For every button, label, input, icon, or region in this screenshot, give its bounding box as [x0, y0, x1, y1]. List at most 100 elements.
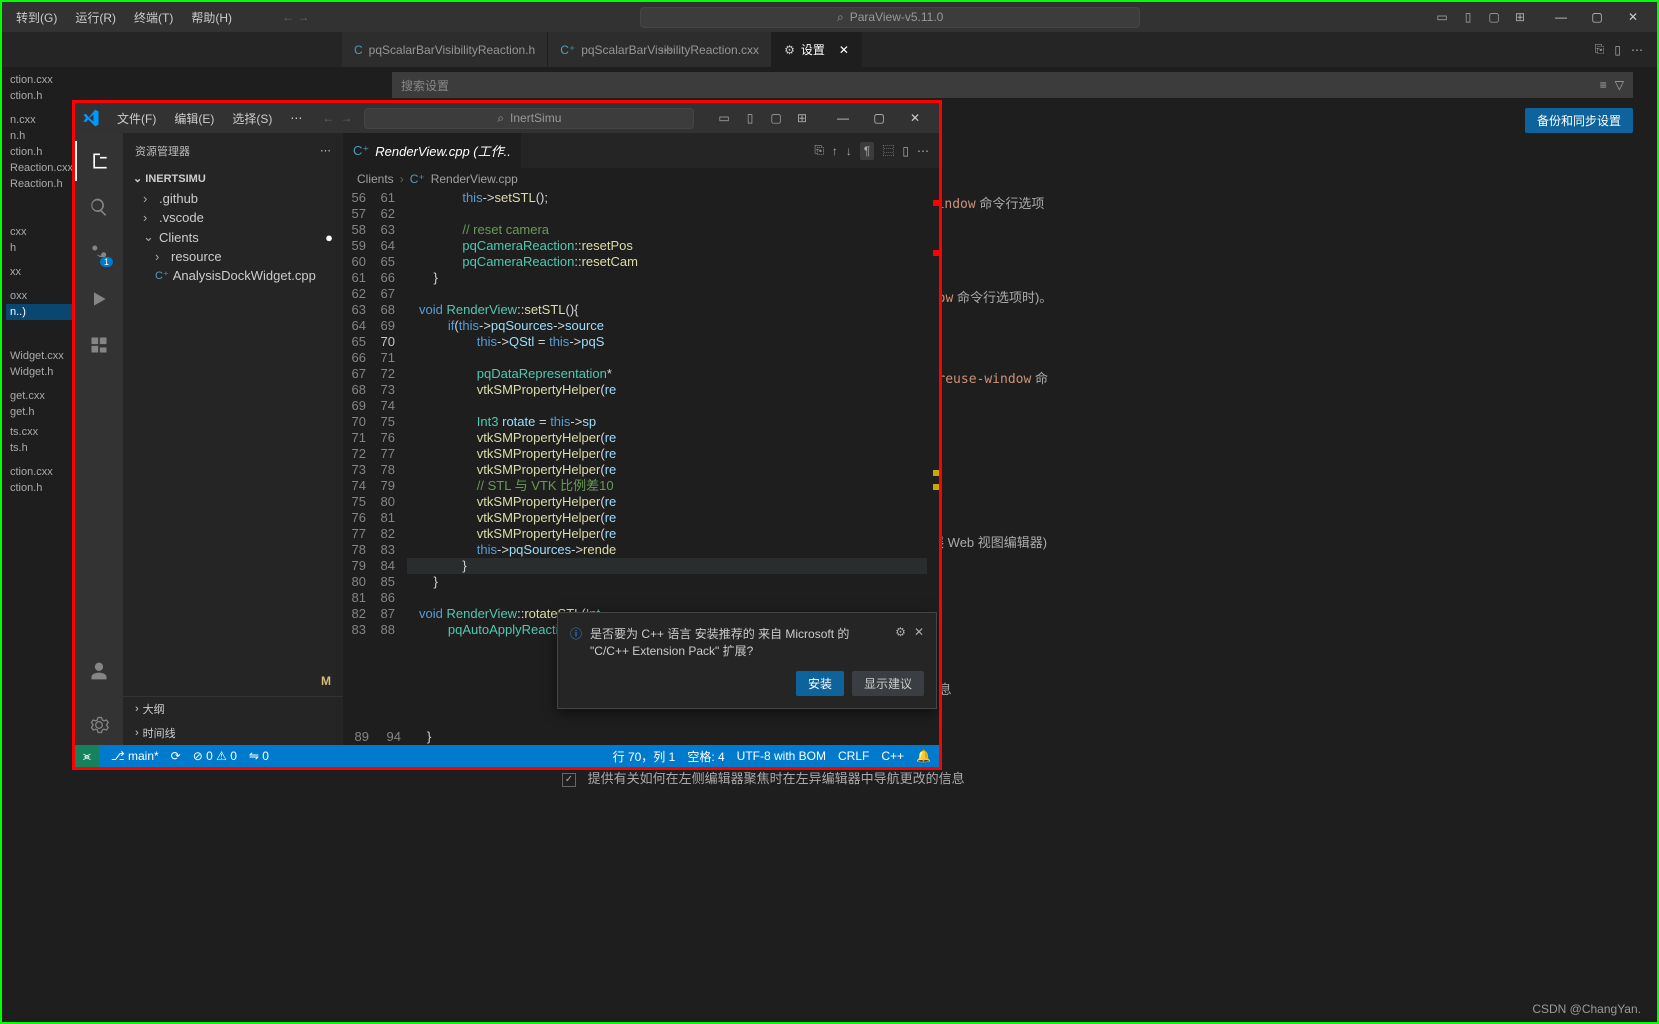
arrow-down-icon[interactable]: ↓ — [846, 144, 852, 158]
layout-icon[interactable]: ▯ — [1457, 6, 1479, 28]
menu-file[interactable]: 文件(F) — [109, 106, 164, 131]
copy-icon[interactable]: ⎘ — [814, 143, 824, 158]
encoding[interactable]: UTF-8 with BOM — [737, 749, 826, 763]
command-search[interactable]: ⌕ InertSimu — [364, 108, 694, 129]
minimize-button[interactable]: — — [825, 104, 861, 132]
title-search-text: ParaView-v5.11.0 — [850, 10, 944, 24]
bg-menubar: 转到(G) 运行(R) 终端(T) 帮助(H) ← → ⌕ ParaView-v… — [2, 2, 1657, 32]
search-icon: ⌕ — [497, 111, 504, 126]
search-text: InertSimu — [510, 111, 561, 125]
layout-icon[interactable]: ⊞ — [791, 107, 813, 129]
arrow-up-icon[interactable]: ↑ — [832, 144, 838, 158]
tree-node[interactable]: C⁺AnalysisDockWidget.cpp — [123, 266, 343, 285]
setting-text: 命令行选项时)。 — [957, 290, 1052, 305]
run-debug-icon[interactable] — [75, 279, 123, 319]
explorer-icon[interactable] — [75, 141, 123, 181]
minimize-button[interactable]: — — [1543, 3, 1579, 31]
account-icon[interactable] — [75, 651, 123, 691]
settings-icon[interactable] — [75, 705, 123, 745]
editor-tab-label: RenderView.cpp (工作.. — [375, 141, 511, 160]
filter-icon[interactable]: ≡ — [1600, 78, 1607, 92]
more-icon[interactable]: ⋯ — [660, 43, 672, 57]
tree-node[interactable]: ›resource — [123, 247, 343, 266]
tree-node[interactable]: ⌄Clients● — [123, 227, 343, 247]
editor-tab[interactable]: C⁺ RenderView.cpp (工作.. — [343, 133, 521, 168]
menu-run[interactable]: 运行(R) — [67, 5, 124, 30]
close-button[interactable]: ✕ — [1615, 3, 1651, 31]
project-name[interactable]: ⌄ INERTSIMU — [123, 168, 343, 189]
more-icon[interactable]: ⋯ — [917, 144, 929, 158]
split-icon[interactable]: ▯ — [1614, 43, 1621, 57]
language[interactable]: C++ — [881, 749, 904, 763]
tab-settings[interactable]: ⚙ 设置 ✕ — [772, 32, 862, 67]
breadcrumb[interactable]: Clients › C⁺ RenderView.cpp — [343, 168, 939, 190]
tree-node[interactable]: ›.github — [123, 189, 343, 208]
menu-goto[interactable]: 转到(G) — [8, 5, 65, 30]
extensions-icon[interactable] — [75, 325, 123, 365]
more-icon[interactable]: ⋯ — [320, 144, 331, 157]
menu-terminal[interactable]: 终端(T) — [126, 5, 181, 30]
backup-sync-button[interactable]: 备份和同步设置 — [1525, 108, 1633, 133]
notification-message: 是否要为 C++ 语言 安装推荐的 来自 Microsoft 的 "C/C++ … — [590, 625, 887, 659]
outline-section[interactable]: ›大纲 — [123, 697, 343, 721]
split-icon[interactable]: ▯ — [902, 144, 909, 158]
sync-icon[interactable]: ⟳ — [171, 749, 181, 763]
setting-text: 命令行选项 — [979, 196, 1044, 211]
modified-indicator: M — [321, 674, 343, 688]
layout-icon[interactable]: ▭ — [713, 107, 735, 129]
vscode-logo-icon — [81, 108, 101, 128]
layout-icon[interactable]: ⊞ — [1509, 6, 1531, 28]
install-button[interactable]: 安装 — [796, 671, 844, 696]
timeline-section[interactable]: ›时间线 — [123, 721, 343, 745]
remote-indicator[interactable]: ⪤ — [75, 745, 99, 767]
settings-search[interactable]: 搜索设置 ≡ ▽ — [392, 72, 1633, 98]
foreground-vscode-window: 文件(F) 编辑(E) 选择(S) ⋯ ← → ⌕ InertSimu ▭ ▯ … — [72, 100, 942, 770]
eol[interactable]: CRLF — [838, 749, 869, 763]
ports[interactable]: ⇋ 0 — [249, 749, 269, 763]
indent[interactable]: 空格: 4 — [687, 748, 724, 765]
source-control-icon[interactable]: 1 — [75, 233, 123, 273]
bell-icon[interactable]: 🔔 — [916, 749, 931, 763]
open-file-icon[interactable]: ⎘ — [1595, 42, 1605, 57]
breadcrumb-item[interactable]: RenderView.cpp — [431, 172, 518, 186]
layout-icon[interactable]: ▢ — [765, 107, 787, 129]
editor-area: C⁺ RenderView.cpp (工作.. ⎘ ↑ ↓ ¶ ⿳ ▯ ⋯ Cl… — [343, 133, 939, 745]
file-item[interactable]: ction.cxx — [6, 72, 96, 88]
bg-tabbar: ⋯ C pqScalarBarVisibilityReaction.h C⁺ p… — [2, 32, 1657, 67]
status-bar: ⪤ ⎇ main* ⟳ ⊘ 0 ⚠ 0 ⇋ 0 行 70，列 1 空格: 4 U… — [75, 745, 939, 767]
close-button[interactable]: ✕ — [897, 104, 933, 132]
setting-checkbox-label: 提供有关如何在左侧编辑器聚焦时在左异编辑器中导航更改的信息 — [588, 771, 965, 786]
more-icon[interactable]: ⋯ — [1631, 43, 1643, 57]
cursor-position[interactable]: 行 70，列 1 — [613, 748, 676, 765]
breadcrumb-item[interactable]: Clients — [357, 172, 394, 186]
gear-icon[interactable]: ⚙ — [895, 625, 906, 659]
maximize-button[interactable]: ▢ — [861, 104, 897, 132]
problems[interactable]: ⊘ 0 ⚠ 0 — [193, 749, 237, 763]
show-suggestions-button[interactable]: 显示建议 — [852, 671, 924, 696]
maximize-button[interactable]: ▢ — [1579, 3, 1615, 31]
funnel-icon[interactable]: ▽ — [1615, 78, 1624, 92]
tree-node[interactable]: ›.vscode — [123, 208, 343, 227]
checkbox[interactable]: ✓ — [562, 773, 576, 787]
git-branch[interactable]: ⎇ main* — [111, 749, 159, 763]
nav-fwd-icon[interactable]: → — [340, 111, 352, 125]
layout-icon[interactable]: ▯ — [739, 107, 761, 129]
title-search[interactable]: ⌕ ParaView-v5.11.0 — [640, 7, 1140, 28]
extension-recommendation-popup: ⓘ 是否要为 C++ 语言 安装推荐的 来自 Microsoft 的 "C/C+… — [557, 612, 937, 709]
search-icon: ⌕ — [837, 10, 844, 25]
paragraph-icon[interactable]: ¶ — [860, 142, 874, 160]
close-icon[interactable]: ✕ — [839, 43, 849, 57]
layout-icon[interactable]: ▭ — [1431, 6, 1453, 28]
menu-more[interactable]: ⋯ — [282, 107, 310, 129]
nav-back-icon[interactable]: ← — [322, 111, 334, 125]
watermark: CSDN @ChangYan. — [1532, 1002, 1641, 1016]
search-placeholder: 搜索设置 — [401, 77, 449, 94]
search-icon[interactable] — [75, 187, 123, 227]
menu-edit[interactable]: 编辑(E) — [166, 106, 222, 131]
close-icon[interactable]: ✕ — [914, 625, 924, 659]
diff-icon[interactable]: ⿳ — [882, 142, 894, 159]
menu-select[interactable]: 选择(S) — [224, 106, 280, 131]
cpp-file-icon: C⁺ — [353, 143, 369, 159]
layout-icon[interactable]: ▢ — [1483, 6, 1505, 28]
menu-help[interactable]: 帮助(H) — [183, 5, 240, 30]
